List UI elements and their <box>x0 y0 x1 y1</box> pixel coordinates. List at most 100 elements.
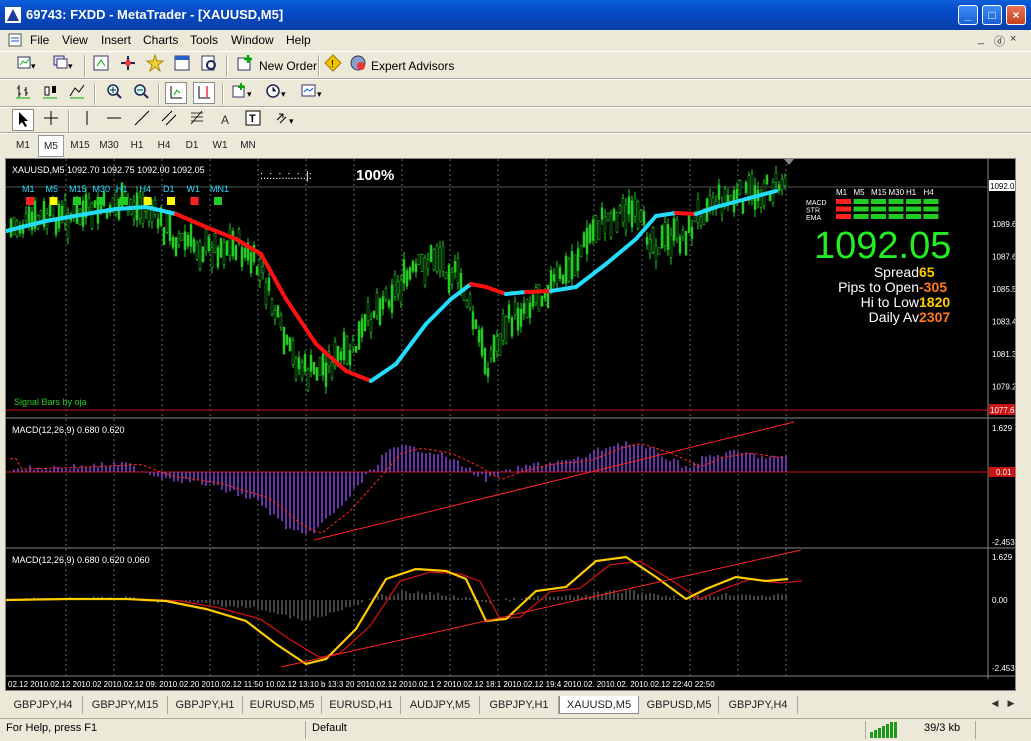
panel-header: M30 <box>889 188 905 197</box>
close-button[interactable]: × <box>1006 5 1026 25</box>
panel-row-label: EMA <box>806 215 822 222</box>
candle-body <box>435 245 439 272</box>
mdi-close-button[interactable]: × <box>1010 33 1016 45</box>
timeframe-m1[interactable]: M1 <box>10 135 36 157</box>
tab-eurusd-h1[interactable]: EURUSD,H1 <box>322 696 401 714</box>
panel-row-label: MACD <box>806 200 827 207</box>
timeframe-h4[interactable]: H4 <box>151 135 177 157</box>
menu-file[interactable]: File <box>30 33 49 47</box>
bar-chart-icon[interactable] <box>12 82 34 104</box>
candle-body <box>162 227 166 246</box>
terminal-icon[interactable] <box>171 54 193 76</box>
autotrading-diamond-icon[interactable]: ! <box>322 54 344 76</box>
text-icon[interactable]: A <box>214 109 236 131</box>
timeframe-h1[interactable]: H1 <box>124 135 150 157</box>
menu-bar: File View Insert Charts Tools Window Hel… <box>0 30 1031 50</box>
data-window-icon[interactable] <box>117 54 139 76</box>
candle-body <box>348 350 352 366</box>
zoom-in-icon[interactable] <box>103 82 125 104</box>
tab-gbpusd-m5[interactable]: GBPUSD,M5 <box>640 696 719 714</box>
horizontal-line-icon[interactable] <box>103 109 125 131</box>
trendline-icon[interactable] <box>131 109 153 131</box>
market-watch-icon[interactable] <box>90 54 112 76</box>
cursor-icon[interactable] <box>12 109 34 131</box>
price-chart[interactable]: XAUUSD,M5 1092.70 1092.75 1092.00 1092.0… <box>6 159 1015 690</box>
status-profile: Default <box>312 722 347 734</box>
menu-charts[interactable]: Charts <box>143 33 178 47</box>
line-chart-icon[interactable] <box>66 82 88 104</box>
panel-header: M1 <box>836 188 848 197</box>
arrows-icon[interactable]: ▾ <box>271 109 301 131</box>
chart-shift-icon[interactable] <box>193 82 215 104</box>
menu-window[interactable]: Window <box>231 33 274 47</box>
timeframe-m15[interactable]: M15 <box>66 135 94 157</box>
menu-tools[interactable]: Tools <box>190 33 218 47</box>
timeframe-mn[interactable]: MN <box>235 135 261 157</box>
candle-body <box>408 267 412 280</box>
candle-body <box>30 211 34 231</box>
stat-label: Daily Av <box>869 309 919 325</box>
periods-clock-icon[interactable]: ▾ <box>262 82 292 104</box>
connection-bars-icon[interactable] <box>870 722 910 738</box>
candle-body <box>708 194 712 208</box>
new-chart-icon[interactable]: ▾ <box>12 54 42 76</box>
text-label-icon[interactable]: T <box>242 109 264 131</box>
timeframe-w1[interactable]: W1 <box>207 135 233 157</box>
indicators-icon[interactable]: ▾ <box>228 82 258 104</box>
timeframe-d1[interactable]: D1 <box>179 135 205 157</box>
stat-value: 1820 <box>919 294 950 310</box>
candle-body <box>663 222 667 246</box>
candlestick-icon[interactable] <box>39 82 61 104</box>
candle-body <box>177 233 181 246</box>
maximize-button[interactable]: □ <box>982 5 1002 25</box>
minimize-button[interactable]: _ <box>958 5 978 25</box>
tabs-scroll-left-icon[interactable]: ◀ <box>988 694 1002 712</box>
fibonacci-icon[interactable] <box>186 109 208 131</box>
menu-view[interactable]: View <box>62 33 88 47</box>
mdi-restore-button[interactable]: ⓓ <box>994 33 1005 49</box>
navigator-icon[interactable] <box>144 53 166 76</box>
tf-signal-label: M15 <box>69 184 87 194</box>
new-order-icon[interactable] <box>234 54 256 76</box>
candle-body <box>213 233 217 253</box>
expert-advisors-icon[interactable] <box>347 54 369 76</box>
candle-body <box>507 304 511 319</box>
panel-cell <box>888 206 904 212</box>
tab-audjpy-m5[interactable]: AUDJPY,M5 <box>401 696 480 714</box>
tab-gbpjpy-h4[interactable]: GBPJPY,H4 <box>4 696 83 714</box>
zoom-out-icon[interactable] <box>130 82 152 104</box>
tab-gbpjpy-m15[interactable]: GBPJPY,M15 <box>83 696 168 714</box>
status-bar: For Help, press F1 Default 39/3 kb <box>0 718 1031 741</box>
macd2-axis-bottom: -2.453 <box>992 664 1015 673</box>
candle-body <box>156 218 160 229</box>
tab-gbpjpy-h1-2[interactable]: GBPJPY,H1 <box>480 696 559 714</box>
tabs-scroll-right-icon[interactable]: ▶ <box>1004 694 1018 712</box>
tab-gbpjpy-h1[interactable]: GBPJPY,H1 <box>168 696 243 714</box>
status-help-text: For Help, press F1 <box>6 722 98 734</box>
tab-gbpjpy-h4-2[interactable]: GBPJPY,H4 <box>719 696 798 714</box>
document-icon[interactable] <box>8 33 22 47</box>
expert-advisors-button[interactable]: Expert Advisors <box>371 59 454 73</box>
templates-icon[interactable]: ▾ <box>297 82 327 104</box>
mdi-minimize-button[interactable]: _ <box>978 33 984 45</box>
profiles-icon[interactable]: ▾ <box>48 54 78 76</box>
panel-cell <box>923 206 939 212</box>
tab-eurusd-m5[interactable]: EURUSD,M5 <box>243 696 322 714</box>
charts-toolbar: ▾ ▾ ▾ <box>0 79 1031 107</box>
timeframe-m5[interactable]: M5 <box>38 135 64 157</box>
svg-text:▾: ▾ <box>31 61 36 71</box>
chart-window[interactable]: XAUUSD,M5 1092.70 1092.75 1092.00 1092.0… <box>5 158 1016 691</box>
strategy-tester-icon[interactable] <box>198 54 220 76</box>
equidistant-channel-icon[interactable] <box>158 109 180 131</box>
svg-text:T: T <box>249 113 256 125</box>
crosshair-icon[interactable] <box>40 109 62 131</box>
candle-body <box>390 284 394 313</box>
menu-insert[interactable]: Insert <box>101 33 131 47</box>
ema-segment <box>344 369 373 383</box>
new-order-button[interactable]: New Order <box>259 59 317 73</box>
tab-xauusd-m5[interactable]: XAUUSD,M5 <box>559 696 639 714</box>
timeframe-m30[interactable]: M30 <box>95 135 123 157</box>
vertical-line-icon[interactable] <box>76 109 98 131</box>
autoscroll-icon[interactable] <box>165 82 187 104</box>
menu-help[interactable]: Help <box>286 33 311 47</box>
